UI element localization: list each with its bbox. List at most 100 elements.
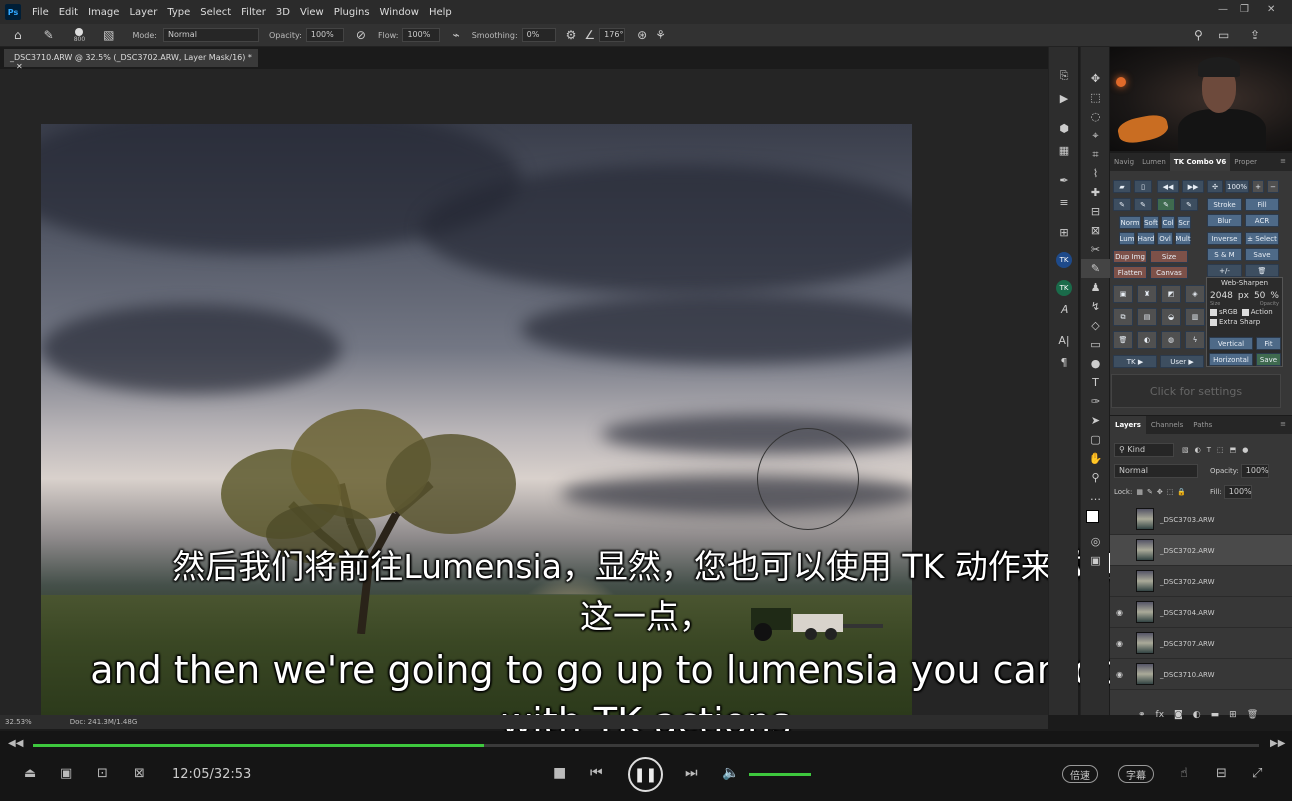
user-menu-button[interactable]: User ▶ <box>1160 355 1204 368</box>
zoom-readout[interactable]: 32.53% <box>5 718 32 726</box>
skip-back-icon[interactable]: ◀◀ <box>8 738 23 749</box>
angle-field[interactable]: 176° <box>599 28 626 42</box>
search-icon[interactable]: ⚲ <box>1194 28 1203 42</box>
dodge-tool-icon[interactable]: ● <box>1081 354 1110 373</box>
restore-icon[interactable]: ❐ <box>1240 4 1249 15</box>
menu-help[interactable]: Help <box>424 7 457 18</box>
menu-image[interactable]: Image <box>83 7 124 18</box>
pressure-size-icon[interactable]: ⊛ <box>637 28 647 42</box>
gesture-icon[interactable]: ☝ <box>1180 766 1188 781</box>
color-swatches[interactable] <box>1081 506 1110 532</box>
more-tools-icon[interactable]: … <box>1081 487 1110 506</box>
layer-row[interactable]: _DSC3702.ARW <box>1110 566 1292 597</box>
brush-settings-icon[interactable]: ✒ <box>1049 169 1079 191</box>
rectangle-tool-icon[interactable]: ▢ <box>1081 430 1110 449</box>
tab-paths[interactable]: Paths <box>1188 416 1217 434</box>
new-layer-icon[interactable]: ⊞ <box>1229 710 1237 720</box>
menu-layer[interactable]: Layer <box>124 7 162 18</box>
canvas-button[interactable]: Canvas <box>1150 266 1188 279</box>
new-layer-icon[interactable]: ▤ <box>1137 308 1157 326</box>
subtitle-icon[interactable]: ▣ <box>60 766 72 781</box>
stop-icon[interactable]: ■ <box>553 765 566 781</box>
blend-norm-button[interactable]: Norm <box>1119 216 1141 229</box>
save-button[interactable]: Save <box>1245 248 1279 261</box>
3d-icon[interactable]: ⬢ <box>1049 117 1079 139</box>
inverse-button[interactable]: Inverse <box>1207 232 1242 245</box>
quick-mask-icon[interactable]: ◎ <box>1081 532 1110 551</box>
lasso-tool-icon[interactable]: ◌ <box>1081 107 1110 126</box>
cast-icon[interactable]: ⊠ <box>134 766 145 781</box>
vertical-button[interactable]: Vertical <box>1209 337 1253 350</box>
airbrush-icon[interactable]: ⌁ <box>452 28 459 42</box>
zoom-in-icon[interactable]: + <box>1252 180 1264 193</box>
group-folder-icon[interactable]: ▬ <box>1211 710 1220 720</box>
tab-tk-combo[interactable]: TK Combo V6 <box>1169 153 1231 171</box>
home-icon[interactable]: ⌂ <box>14 28 22 42</box>
lens-icon[interactable]: ◍ <box>1161 331 1181 349</box>
healing-tool-icon[interactable]: ✚ <box>1081 183 1110 202</box>
gradient-icon[interactable]: ▥ <box>1185 308 1205 326</box>
lock-position-icon[interactable]: ✥ <box>1157 488 1163 496</box>
smoothing-field[interactable]: 0% <box>521 28 556 42</box>
trash-icon[interactable]: 🗑 <box>1245 264 1279 277</box>
previous-icon[interactable]: ⏮ <box>590 765 603 781</box>
delete-layer-icon[interactable]: 🗑 <box>1247 710 1258 720</box>
glyphs-icon[interactable]: 𝐴 <box>1049 299 1079 321</box>
tk-menu-button[interactable]: TK ▶ <box>1113 355 1157 368</box>
copy-mask-icon[interactable]: ⧉ <box>1113 308 1133 326</box>
tk-panel-green-icon[interactable]: TK <box>1049 277 1079 299</box>
path-select-icon[interactable]: ➤ <box>1081 411 1110 430</box>
subtitles-button[interactable]: 字幕 <box>1118 765 1154 783</box>
filter-shape-icon[interactable]: ⬚ <box>1217 446 1224 454</box>
close-icon[interactable]: ✕ <box>1267 4 1275 15</box>
stamp-tool-icon[interactable]: ♟ <box>1081 278 1110 297</box>
fullscreen-icon[interactable]: ⤢ <box>1252 766 1262 781</box>
refine-icon[interactable]: ◩ <box>1161 285 1181 303</box>
size-button[interactable]: Size <box>1150 250 1188 263</box>
foreground-color-swatch[interactable] <box>1086 510 1099 523</box>
history-icon[interactable]: ⎘ <box>1049 65 1079 87</box>
layer-row[interactable]: _DSC3703.ARW <box>1110 504 1292 535</box>
sm-button[interactable]: S & M <box>1207 248 1242 261</box>
menu-type[interactable]: Type <box>162 7 195 18</box>
minimize-icon[interactable]: — <box>1218 4 1228 15</box>
layer-row[interactable]: ◉ _DSC3704.ARW <box>1110 597 1292 628</box>
select-subject-icon[interactable]: ♜ <box>1137 285 1157 303</box>
patch-tool-icon[interactable]: ⊟ <box>1081 202 1110 221</box>
visibility-eye-icon[interactable]: ◉ <box>1116 670 1123 679</box>
pen-tool-icon[interactable]: ✑ <box>1081 392 1110 411</box>
blend-lum-button[interactable]: Lum <box>1119 232 1135 245</box>
eyedropper-tool-icon[interactable]: ⌇ <box>1081 164 1110 183</box>
brush-green-icon[interactable]: ✎ <box>1157 198 1175 211</box>
layer-filter-select[interactable]: ⚲ Kind <box>1114 443 1174 457</box>
adjustments-icon[interactable]: ≡ <box>1049 191 1079 213</box>
screen-mode-icon[interactable]: ▣ <box>1081 551 1110 570</box>
next-icon[interactable]: ⏭ <box>685 765 698 781</box>
filter-adjust-icon[interactable]: ◐ <box>1195 446 1201 454</box>
blur-button[interactable]: Blur <box>1207 214 1242 227</box>
fx-icon[interactable]: fx <box>1156 710 1165 720</box>
adjustment-layer-icon[interactable]: ◐ <box>1193 710 1201 720</box>
filter-type-icon[interactable]: T <box>1207 446 1211 454</box>
layer-opacity-field[interactable]: 100% <box>1240 464 1269 478</box>
brush-black-icon[interactable]: ✎ <box>1113 198 1131 211</box>
brush-stroke-icon[interactable]: ◈ <box>1185 285 1205 303</box>
forward-icon[interactable]: ▶▶ <box>1182 180 1204 193</box>
blend-hard-button[interactable]: Hard <box>1137 232 1155 245</box>
opacity-field[interactable]: 100% <box>305 28 344 42</box>
document-tab[interactable]: _DSC3710.ARW @ 32.5% (_DSC3702.ARW, Laye… <box>4 49 258 71</box>
tab-navigator[interactable]: Navig <box>1110 153 1138 171</box>
plus-minus-icon[interactable]: +/- <box>1207 264 1242 277</box>
add-mask-icon[interactable]: ◙ <box>1174 710 1183 720</box>
delete-icon[interactable]: 🗑 <box>1113 331 1133 349</box>
grid-icon[interactable]: ▦ <box>1049 139 1079 161</box>
link-layers-icon[interactable]: ⚭ <box>1138 710 1146 720</box>
menu-edit[interactable]: Edit <box>54 7 83 18</box>
lightning-icon[interactable]: ϟ <box>1185 331 1205 349</box>
tab-channels[interactable]: Channels <box>1146 416 1188 434</box>
panel-menu-icon[interactable]: ≡ <box>1280 157 1286 165</box>
tk-panel-icon[interactable]: TK <box>1049 249 1079 271</box>
type-tool-icon[interactable]: T <box>1081 373 1110 392</box>
acr-button[interactable]: ACR <box>1245 214 1279 227</box>
action-checkbox[interactable] <box>1241 308 1249 316</box>
